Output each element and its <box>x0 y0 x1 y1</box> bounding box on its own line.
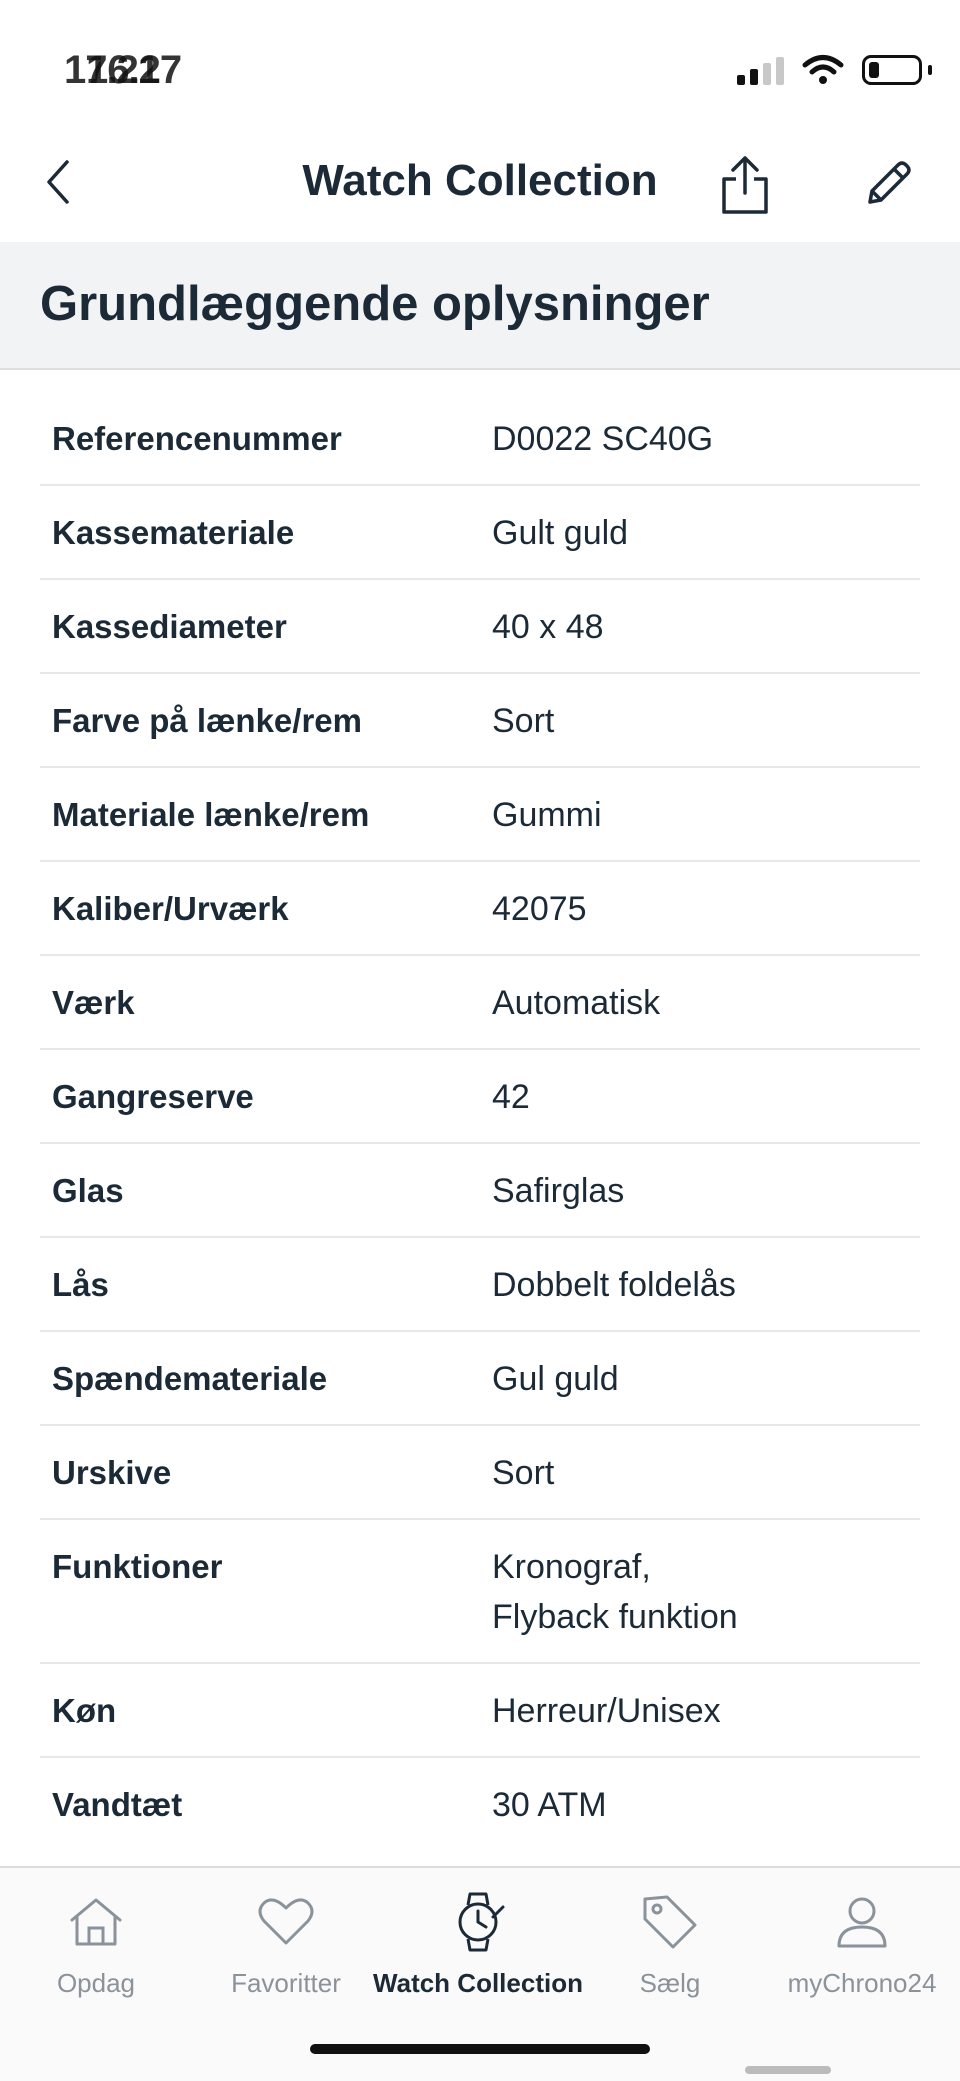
detail-value: 42 <box>492 1078 530 1116</box>
detail-row-kassemateriale: Kassemateriale Gult guld <box>40 486 920 580</box>
detail-value: Automatisk <box>492 984 661 1022</box>
tab-label: Watch Collection <box>373 1968 583 1998</box>
detail-label: Værk <box>52 984 135 1021</box>
page-title-text: Watch Collection <box>302 156 658 205</box>
wifi-icon <box>802 55 844 84</box>
detail-value: Sort <box>492 1454 555 1492</box>
detail-row-funktioner: Funktioner Kronograf, Flyback funktion <box>40 1520 920 1664</box>
detail-value: Herreur/Unisex <box>492 1692 721 1730</box>
detail-row-vandtaet: Vandtæt 30 ATM <box>40 1758 920 1850</box>
detail-value: 42075 <box>492 890 587 928</box>
detail-value: Dobbelt foldelås <box>492 1266 736 1304</box>
tab-label: Sælg <box>639 1968 701 1998</box>
detail-value: Gummi <box>492 796 602 834</box>
detail-row-kaliber: Kaliber/Urværk 42075 <box>40 862 920 956</box>
detail-label: Kaliber/Urværk <box>52 890 289 927</box>
status-time: 16.27 <box>86 48 182 92</box>
tab-favoritter[interactable]: Favoritter <box>190 1890 382 1999</box>
home-icon <box>64 1890 128 1954</box>
detail-value: 30 ATM <box>492 1786 607 1824</box>
detail-row-materiale: Materiale lænke/rem Gummi <box>40 768 920 862</box>
home-indicator[interactable] <box>310 2044 650 2054</box>
page-title: Watch Collection <box>0 156 960 206</box>
detail-row-koen: Køn Herreur/Unisex <box>40 1664 920 1758</box>
detail-row-vaerk: Værk Automatisk <box>40 956 920 1050</box>
detail-value-line: Kronograf, <box>492 1548 651 1586</box>
tab-watch-collection[interactable]: Watch Collection <box>373 1890 583 1999</box>
tag-icon <box>638 1890 702 1954</box>
detail-value: Kronograf, Flyback funktion <box>492 1542 920 1642</box>
edit-button[interactable] <box>858 154 918 214</box>
detail-value: Gul guld <box>492 1360 619 1398</box>
watch-icon <box>446 1890 510 1954</box>
section-title: Grundlæggende oplysninger <box>40 277 710 331</box>
detail-value: Safirglas <box>492 1172 625 1210</box>
section-header: Grundlæggende oplysninger <box>0 242 960 370</box>
detail-label: Funktioner <box>52 1548 223 1585</box>
detail-label: Lås <box>52 1266 109 1303</box>
detail-row-farve: Farve på lænke/rem Sort <box>40 674 920 768</box>
detail-label: Kassediameter <box>52 608 287 645</box>
home-indicator-secondary <box>745 2066 831 2074</box>
tab-label: myChrono24 <box>787 1968 937 1998</box>
share-button[interactable] <box>715 150 775 220</box>
detail-value: 40 x 48 <box>492 608 604 646</box>
tab-label: Favoritter <box>231 1968 341 1998</box>
detail-row-urskive: Urskive Sort <box>40 1426 920 1520</box>
cellular-signal-icon <box>737 55 784 85</box>
detail-label: Glas <box>52 1172 124 1209</box>
detail-label: Gangreserve <box>52 1078 254 1115</box>
detail-row-laas: Lås Dobbelt foldelås <box>40 1238 920 1332</box>
detail-row-kassediameter: Kassediameter 40 x 48 <box>40 580 920 674</box>
detail-label: Køn <box>52 1692 117 1729</box>
detail-value-line: Flyback funktion <box>492 1598 738 1636</box>
status-icons <box>737 50 932 90</box>
detail-label: Vandtæt <box>52 1786 183 1823</box>
tab-label: Opdag <box>56 1968 136 1998</box>
app-screen: 17.21 16.27 Watch Collection Grundlæggen… <box>0 0 960 2081</box>
tab-saelg[interactable]: Sælg <box>574 1890 766 1999</box>
share-icon <box>722 156 768 214</box>
status-bar: 17.21 16.27 <box>0 0 960 130</box>
detail-value: Gult guld <box>492 514 629 552</box>
detail-value: Sort <box>492 702 555 740</box>
details-list: Referencenummer D0022 SC40G Kassemateria… <box>40 392 920 1850</box>
detail-label: Kassemateriale <box>52 514 295 551</box>
battery-icon <box>862 55 932 85</box>
detail-row-spaendemateriale: Spændemateriale Gul guld <box>40 1332 920 1426</box>
detail-row-referencenummer: Referencenummer D0022 SC40G <box>40 392 920 486</box>
detail-label: Urskive <box>52 1454 172 1491</box>
heart-icon <box>254 1890 318 1954</box>
tab-opdag[interactable]: Opdag <box>0 1890 192 1999</box>
pencil-icon <box>868 161 911 204</box>
navigation-bar: Watch Collection <box>0 130 960 240</box>
user-icon <box>830 1890 894 1954</box>
detail-label: Materiale lænke/rem <box>52 796 370 833</box>
tab-mychrono24[interactable]: myChrono24 <box>766 1890 958 1999</box>
detail-label: Spændemateriale <box>52 1360 328 1397</box>
detail-row-gangreserve: Gangreserve 42 <box>40 1050 920 1144</box>
detail-row-glas: Glas Safirglas <box>40 1144 920 1238</box>
detail-label: Farve på lænke/rem <box>52 702 362 739</box>
detail-value: D0022 SC40G <box>492 420 714 458</box>
detail-label: Referencenummer <box>52 420 342 457</box>
